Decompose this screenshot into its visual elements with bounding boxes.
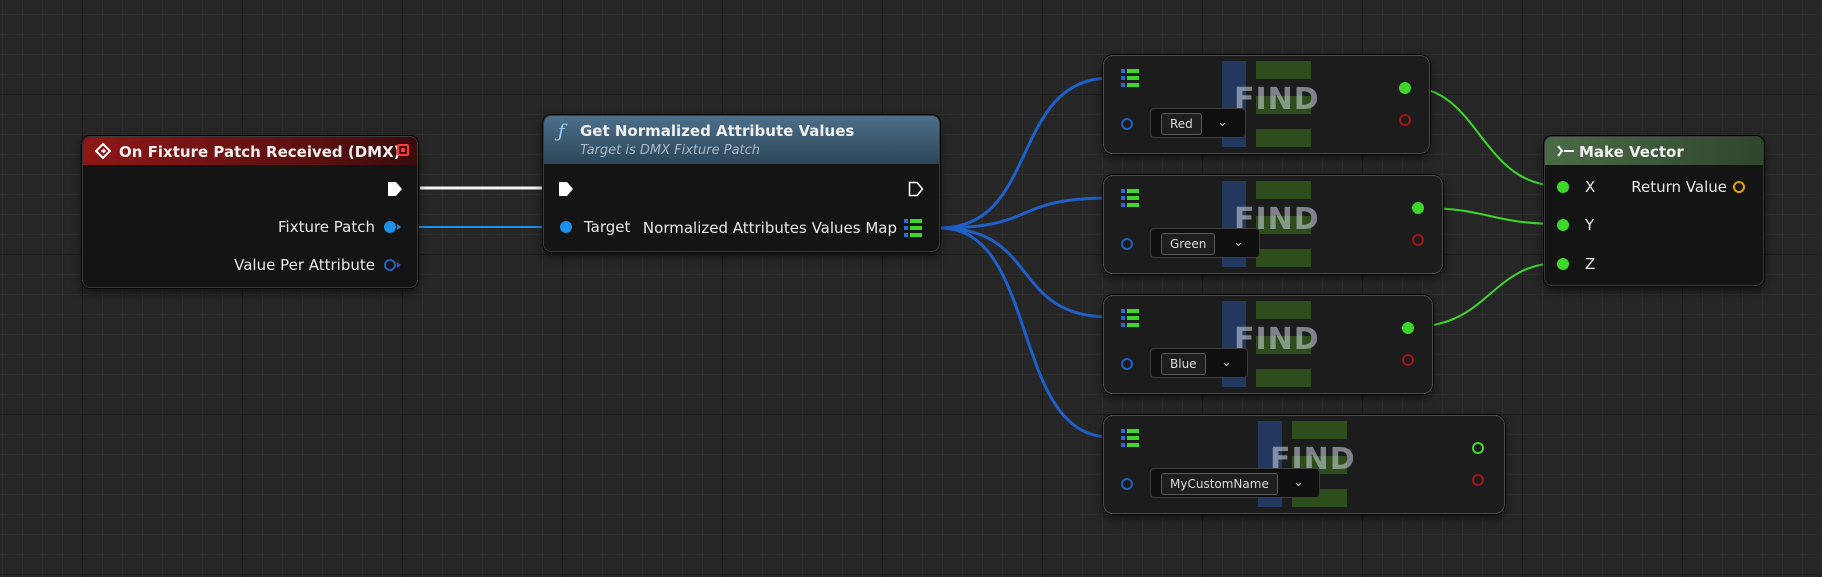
key-pin[interactable] bbox=[1121, 238, 1133, 250]
key-value: MyCustomName bbox=[1161, 473, 1278, 495]
find-node-blue[interactable]: FIND Blue ⌄ bbox=[1103, 295, 1433, 394]
delegate-icon[interactable] bbox=[397, 144, 409, 156]
value-out-pin[interactable] bbox=[1412, 202, 1424, 214]
x-label: X bbox=[1585, 178, 1596, 196]
map-wire-blue bbox=[939, 226, 1111, 319]
find-node-red[interactable]: FIND Red ⌄ bbox=[1103, 55, 1430, 154]
map-in-pin[interactable] bbox=[1121, 189, 1139, 207]
function-node-subtitle: Target is DMX Fixture Patch bbox=[580, 143, 761, 158]
map-in-pin[interactable] bbox=[1121, 69, 1139, 87]
fixture-patch-label: Fixture Patch bbox=[277, 218, 375, 236]
value-out-pin[interactable] bbox=[1399, 82, 1411, 94]
event-icon bbox=[95, 143, 111, 159]
value-per-attribute-arrow-icon bbox=[397, 262, 401, 268]
key-pin[interactable] bbox=[1121, 118, 1133, 130]
y-pin[interactable] bbox=[1557, 219, 1569, 231]
found-out-pin[interactable] bbox=[1402, 354, 1414, 366]
find-label: FIND bbox=[1234, 82, 1320, 117]
z-pin[interactable] bbox=[1557, 258, 1569, 270]
event-node[interactable]: On Fixture Patch Received (DMX) Fixture … bbox=[82, 136, 418, 288]
function-node[interactable]: ƒ Get Normalized Attribute Values Target… bbox=[543, 115, 940, 252]
map-wire-green bbox=[939, 196, 1111, 230]
chevron-down-icon: ⌄ bbox=[1233, 235, 1244, 250]
z-label: Z bbox=[1585, 255, 1596, 273]
target-pin[interactable] bbox=[560, 221, 572, 233]
value-per-attribute-label: Value Per Attribute bbox=[234, 256, 375, 274]
exec-out-pin[interactable] bbox=[387, 181, 403, 197]
return-value-pin[interactable] bbox=[1733, 181, 1745, 193]
fixture-patch-pin[interactable] bbox=[384, 221, 396, 233]
exec-out-pin[interactable] bbox=[908, 181, 924, 197]
key-pin[interactable] bbox=[1121, 358, 1133, 370]
pure-function-icon bbox=[1557, 145, 1574, 157]
key-value: Blue bbox=[1161, 353, 1206, 375]
key-dropdown[interactable]: MyCustomName ⌄ bbox=[1150, 468, 1320, 498]
exec-in-pin[interactable] bbox=[558, 181, 574, 197]
found-out-pin[interactable] bbox=[1399, 114, 1411, 126]
x-pin[interactable] bbox=[1557, 181, 1569, 193]
function-icon: ƒ bbox=[558, 121, 565, 142]
event-node-title: On Fixture Patch Received (DMX) bbox=[119, 143, 401, 161]
output-map-label: Normalized Attributes Values Map bbox=[642, 219, 897, 237]
make-vector-node[interactable]: Make Vector X Return Value Y Z bbox=[1544, 136, 1764, 286]
key-pin[interactable] bbox=[1121, 478, 1133, 490]
found-out-pin[interactable] bbox=[1472, 474, 1484, 486]
return-value-label: Return Value bbox=[1631, 178, 1727, 196]
map-wire-custom bbox=[939, 226, 1111, 439]
make-vector-title: Make Vector bbox=[1579, 143, 1684, 161]
key-value: Red bbox=[1161, 113, 1202, 135]
chevron-down-icon: ⌄ bbox=[1293, 475, 1304, 490]
chevron-down-icon: ⌄ bbox=[1221, 355, 1232, 370]
key-dropdown[interactable]: Blue ⌄ bbox=[1150, 348, 1248, 378]
key-dropdown[interactable]: Red ⌄ bbox=[1150, 108, 1246, 138]
target-label: Target bbox=[584, 218, 631, 236]
output-map-pin[interactable] bbox=[904, 219, 922, 237]
fixture-patch-arrow-icon bbox=[397, 224, 401, 230]
key-dropdown[interactable]: Green ⌄ bbox=[1150, 228, 1260, 258]
value-out-pin[interactable] bbox=[1472, 442, 1484, 454]
found-out-pin[interactable] bbox=[1412, 234, 1424, 246]
map-in-pin[interactable] bbox=[1121, 309, 1139, 327]
wire-layer bbox=[404, 76, 1561, 439]
y-label: Y bbox=[1585, 216, 1595, 234]
function-node-title: Get Normalized Attribute Values bbox=[580, 122, 855, 140]
key-value: Green bbox=[1161, 233, 1216, 255]
value-per-attribute-pin[interactable] bbox=[384, 259, 396, 271]
float-wire-x bbox=[1407, 86, 1561, 187]
value-out-pin[interactable] bbox=[1402, 322, 1414, 334]
chevron-down-icon: ⌄ bbox=[1217, 115, 1228, 130]
find-node-mycustomname[interactable]: FIND MyCustomName ⌄ bbox=[1103, 415, 1505, 514]
map-wire-red bbox=[939, 76, 1111, 230]
find-node-green[interactable]: FIND Green ⌄ bbox=[1103, 175, 1443, 274]
map-in-pin[interactable] bbox=[1121, 429, 1139, 447]
